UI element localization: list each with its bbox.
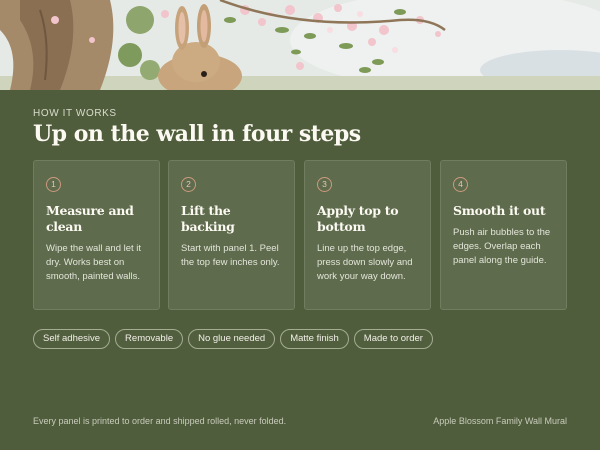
hero-illustration bbox=[0, 0, 600, 90]
step-description: Start with panel 1. Peel the top few inc… bbox=[181, 243, 280, 268]
footer-product-name: Apple Blossom Family Wall Mural bbox=[433, 416, 567, 426]
step-card-4: 4 Smooth it out Push air bubbles to the … bbox=[440, 160, 567, 310]
step-description: Push air bubbles to the edges. Overlap e… bbox=[453, 227, 551, 266]
steps-list: 1 Measure and clean Wipe the wall and le… bbox=[33, 160, 567, 310]
step-card-2: 2 Lift the backing Start with panel 1. P… bbox=[168, 160, 295, 310]
step-number-badge: 1 bbox=[46, 177, 61, 192]
step-card-1: 1 Measure and clean Wipe the wall and le… bbox=[33, 160, 160, 310]
tag-removable: Removable bbox=[115, 329, 184, 349]
step-number-badge: 2 bbox=[181, 177, 196, 192]
step-card-3: 3 Apply top to bottom Line up the top ed… bbox=[304, 160, 431, 310]
feature-tags: Self adhesive Removable No glue needed M… bbox=[33, 329, 433, 349]
section-title: Up on the wall in four steps bbox=[33, 121, 361, 147]
step-title: Lift the backing bbox=[181, 203, 235, 234]
section-eyebrow: HOW IT WORKS bbox=[33, 108, 117, 119]
step-description: Line up the top edge, press down slowly … bbox=[317, 243, 413, 282]
tag-no-glue-needed: No glue needed bbox=[188, 329, 276, 349]
tag-matte-finish: Matte finish bbox=[280, 329, 349, 349]
rabbit-blossom-illustration bbox=[0, 0, 600, 90]
step-number-badge: 4 bbox=[453, 177, 468, 192]
tag-self-adhesive: Self adhesive bbox=[33, 329, 111, 349]
tag-made-to-order: Made to order bbox=[353, 329, 433, 349]
step-number-badge: 3 bbox=[317, 177, 332, 192]
footer-note: Every panel is printed to order and ship… bbox=[33, 416, 287, 426]
step-title: Measure and clean bbox=[46, 203, 134, 234]
step-title: Smooth it out bbox=[453, 203, 546, 218]
step-description: Wipe the wall and let it dry. Works best… bbox=[46, 243, 142, 282]
step-title: Apply top to bottom bbox=[317, 203, 399, 234]
